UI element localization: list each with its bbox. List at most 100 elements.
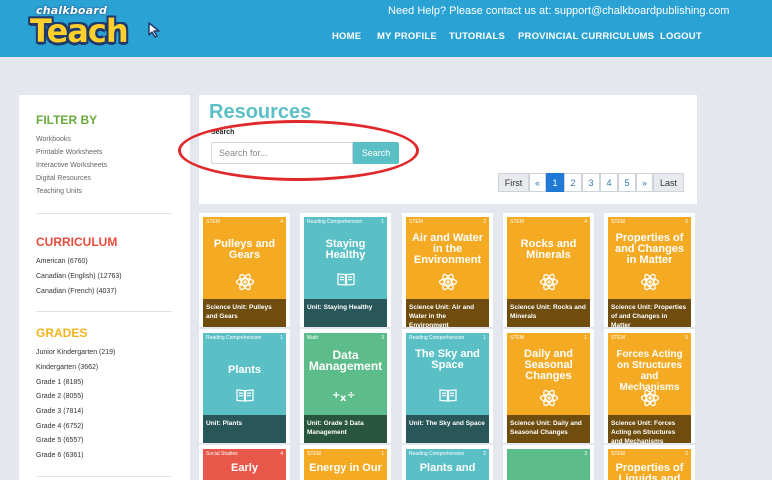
resource-card[interactable]: STEM 4 Pulleys and Gears Science Unit: Pull… <box>199 213 290 327</box>
resource-grid: STEM 4 Pulleys and Gears Science Unit: Pull… <box>199 208 697 480</box>
pagination-first[interactable]: First <box>498 173 529 192</box>
resource-card[interactable]: STEM 1 Energy in Our <box>300 445 391 480</box>
resource-card[interactable]: STEM 5 Forces Acting on Structures and Mec… <box>604 329 695 443</box>
resource-card[interactable]: Math 3 Data Management + x ÷ Unit: Grade 3 Dat… <box>300 329 391 443</box>
pagination-page-2[interactable]: 2 <box>564 173 582 192</box>
card-grade-number: 1 <box>280 335 283 341</box>
grade-kindergarten[interactable]: Kindergarten (3662) <box>36 364 98 371</box>
card-title: Early <box>231 462 258 474</box>
card-title: Staying Healthy <box>325 238 366 261</box>
card-grade-number: 5 <box>685 335 688 341</box>
pagination-page-4[interactable]: 4 <box>600 173 618 192</box>
filter-interactive-worksheets[interactable]: Interactive Worksheets <box>36 162 107 169</box>
grade-junior-kindergarten[interactable]: Junior Kindergarten (219) <box>36 349 115 356</box>
card-category: STEM <box>611 219 625 225</box>
curriculum-canadian-french[interactable]: Canadian (French) (4037) <box>36 288 117 295</box>
pagination-page-5[interactable]: 5 <box>618 173 636 192</box>
card-category: STEM <box>307 451 321 457</box>
card-grade-number: 1 <box>381 219 384 225</box>
divider <box>36 476 172 477</box>
resource-card[interactable]: STEM 4 Rocks and Minerals Science Unit: Roc… <box>503 213 594 327</box>
resource-card[interactable]: 3 <box>503 445 594 480</box>
card-title: Air and Water in the Environment <box>411 232 484 266</box>
card-category: Math <box>307 335 319 341</box>
curriculum-american[interactable]: American (6760) <box>36 258 88 265</box>
math-icon: + x ÷ <box>332 388 360 407</box>
grade-6[interactable]: Grade 6 (6361) <box>36 452 83 459</box>
filter-printable-worksheets[interactable]: Printable Worksheets <box>36 149 102 156</box>
resource-card[interactable]: STEM 2 Air and Water in the Environment Sci… <box>402 213 493 327</box>
cursor-icon <box>148 22 160 38</box>
card-footer-label: Unit: Staying Healthy <box>304 299 387 327</box>
highlight-ellipse <box>178 120 419 181</box>
filter-teaching-units[interactable]: Teaching Units <box>36 188 82 195</box>
card-title: Daily and Seasonal Changes <box>524 348 573 382</box>
card-grade-number: 3 <box>381 335 384 341</box>
resource-card[interactable]: Reading Comprehension 1 Plants Unit: Plants <box>199 329 290 443</box>
card-category: Reading Comprehension <box>206 335 262 341</box>
card-title: Pulleys and Gears <box>213 238 276 261</box>
card-category: STEM <box>611 451 625 457</box>
grade-2[interactable]: Grade 2 (8055) <box>36 393 83 400</box>
card-footer-label: Science Unit: Forces Acting on Structure… <box>608 415 691 443</box>
card-title: Energy in Our <box>309 462 382 474</box>
filter-workbooks[interactable]: Workbooks <box>36 136 71 143</box>
pagination-next[interactable]: » <box>636 173 653 192</box>
pagination-prev[interactable]: « <box>529 173 546 192</box>
help-contact-text: Need Help? Please contact us at: support… <box>388 5 730 17</box>
grade-1[interactable]: Grade 1 (8185) <box>36 379 83 386</box>
card-grade-number: 1 <box>483 335 486 341</box>
pagination-last[interactable]: Last <box>653 173 684 192</box>
card-footer-label: Science Unit: Properties of and Changes … <box>608 299 691 327</box>
atom-icon <box>640 272 660 297</box>
card-grade-number: 2 <box>483 451 486 457</box>
card-grade-number: 3 <box>584 451 587 457</box>
svg-text:x: x <box>340 393 347 402</box>
chalkboard-teach-logo[interactable]: chalkboard Teach <box>30 4 165 50</box>
card-footer-label: Unit: The Sky and Space <box>406 415 489 443</box>
card-title: Properties of and Changes in Matter <box>614 232 685 266</box>
resource-card[interactable]: STEM 5 Properties of and Changes in Matter… <box>604 213 695 327</box>
card-category: STEM <box>510 335 524 341</box>
card-footer-label: Unit: Grade 3 Data Management <box>304 415 387 443</box>
book-icon <box>438 388 457 407</box>
card-title: Plants <box>227 364 261 376</box>
resource-card[interactable]: STEM 1 Daily and Seasonal Changes Science U… <box>503 329 594 443</box>
nav-tutorials[interactable]: TUTORIALS <box>449 31 505 42</box>
resource-card[interactable]: Reading Comprehension 2 Plants and <box>402 445 493 480</box>
resource-card[interactable]: Social Studies 4 Early <box>199 445 290 480</box>
card-grade-number: 4 <box>280 451 283 457</box>
pagination-page-1[interactable]: 1 <box>546 173 564 192</box>
card-footer-label: Unit: Plants <box>203 415 286 443</box>
filter-digital-resources[interactable]: Digital Resources <box>36 175 91 182</box>
svg-text:÷: ÷ <box>347 390 355 401</box>
pagination-page-3[interactable]: 3 <box>582 173 600 192</box>
nav-my-profile[interactable]: MY PROFILE <box>377 31 437 42</box>
card-title: Rocks and Minerals <box>520 238 577 261</box>
card-category: STEM <box>510 219 524 225</box>
atom-icon <box>438 272 458 297</box>
divider <box>36 213 172 214</box>
card-grade-number: 2 <box>483 219 486 225</box>
resource-card[interactable]: Reading Comprehension 1 The Sky and Space U… <box>402 329 493 443</box>
card-grade-number: 5 <box>685 219 688 225</box>
grade-3[interactable]: Grade 3 (7814) <box>36 408 83 415</box>
filter-sidebar: FILTER BY Workbooks Printable Worksheets… <box>19 95 190 480</box>
card-footer-label: Science Unit: Daily and Seasonal Changes <box>507 415 590 443</box>
atom-icon <box>235 272 255 297</box>
grade-4[interactable]: Grade 4 (6752) <box>36 423 83 430</box>
curriculum-canadian-english[interactable]: Canadian (English) (12763) <box>36 273 122 280</box>
resource-card[interactable]: Reading Comprehension 1 Staying Healthy Uni… <box>300 213 391 327</box>
nav-provincial-curriculums[interactable]: PROVINCIAL CURRICULUMS <box>518 31 654 42</box>
card-category: STEM <box>409 219 423 225</box>
card-grade-number: 2 <box>685 451 688 457</box>
grade-5[interactable]: Grade 5 (6557) <box>36 437 83 444</box>
card-category: Reading Comprehension <box>409 451 465 457</box>
card-grade-number: 4 <box>584 219 587 225</box>
nav-home[interactable]: HOME <box>332 31 361 42</box>
logo-big-text: Teach <box>30 12 129 50</box>
book-icon <box>336 272 355 291</box>
card-footer-label: Science Unit: Rocks and Minerals <box>507 299 590 327</box>
resource-card[interactable]: STEM 2 Properties of Liquids and <box>604 445 695 480</box>
nav-logout[interactable]: LOGOUT <box>660 31 702 42</box>
